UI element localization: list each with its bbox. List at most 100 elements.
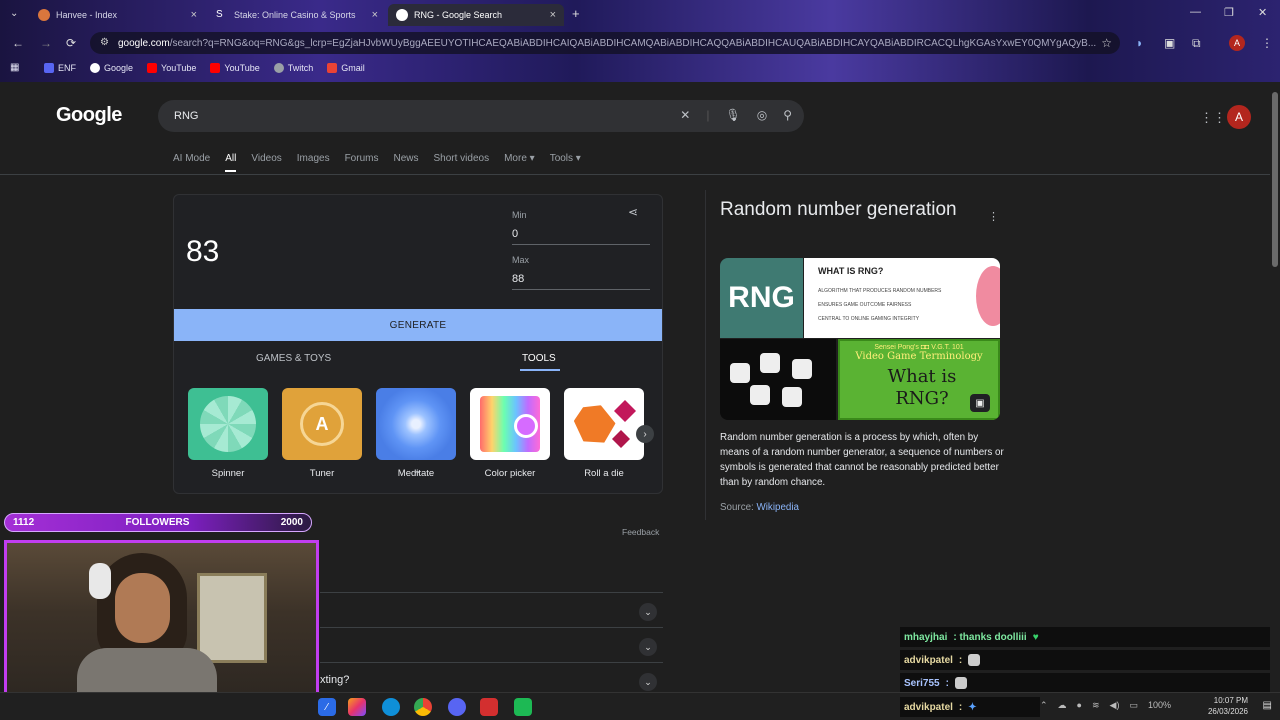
- tray-chevron-icon[interactable]: ⌃: [1040, 700, 1048, 711]
- cloud-icon[interactable]: ☁: [1058, 700, 1067, 711]
- paa-item[interactable]: ⌄: [320, 627, 663, 661]
- wifi-icon[interactable]: ≋: [1092, 700, 1100, 711]
- maximize-icon[interactable]: ❐: [1224, 6, 1234, 19]
- address-bar[interactable]: ⚙ google.com/search?q=RNG&oq=RNG&gs_lcrp…: [90, 32, 1120, 54]
- chat-user: advikpatel: [904, 654, 953, 666]
- chrome-icon[interactable]: [414, 698, 432, 716]
- volume-icon[interactable]: ◀): [1110, 700, 1120, 711]
- filter-ai-mode[interactable]: AI Mode: [173, 153, 210, 172]
- tool-color-picker[interactable]: Color picker: [470, 388, 550, 479]
- enf-icon: [44, 63, 54, 73]
- paa-item[interactable]: xting? ⌄: [320, 662, 663, 696]
- reload-icon[interactable]: ⟳: [66, 36, 76, 50]
- tool-spinner[interactable]: Spinner: [188, 388, 268, 479]
- paa-item[interactable]: ⌄: [320, 592, 663, 626]
- page-scrollbar[interactable]: [1270, 82, 1280, 692]
- account-avatar[interactable]: A: [1227, 105, 1251, 129]
- clock[interactable]: 10:07 PM 26/03/2026: [1208, 695, 1248, 717]
- tool-roll-die[interactable]: Roll a die: [564, 388, 644, 479]
- tab-stake[interactable]: S Stake: Online Casino & Sports ×: [208, 4, 386, 26]
- tab-tools[interactable]: TOOLS: [522, 353, 556, 364]
- bookmark-label: ENF: [58, 63, 76, 73]
- puzzle-icon[interactable]: ⧉: [1192, 36, 1201, 51]
- chevron-down-icon[interactable]: ⌄: [639, 603, 657, 621]
- forward-icon[interactable]: →: [40, 36, 52, 50]
- filter-short-videos[interactable]: Short videos: [434, 153, 490, 172]
- app-red-icon[interactable]: [480, 698, 498, 716]
- kp-image-grid[interactable]: RNG WHAT IS RNG? ALGORITHM THAT PRODUCES…: [720, 258, 1000, 420]
- kp-vgt-question: What is RNG?: [887, 366, 957, 409]
- generate-button[interactable]: GENERATE: [174, 309, 662, 341]
- close-icon[interactable]: ×: [550, 9, 556, 21]
- chevron-down-icon[interactable]: ⌄: [639, 638, 657, 656]
- scrollbar-thumb[interactable]: [1272, 92, 1278, 267]
- rng-result: 83: [186, 235, 220, 268]
- battery-icon[interactable]: ▭: [1129, 700, 1138, 711]
- tab-hanvee[interactable]: Hanvee - Index ×: [30, 4, 205, 26]
- paa-text: xting?: [320, 674, 350, 686]
- tool-meditate[interactable]: Meditate: [376, 388, 456, 479]
- bookmark-enf[interactable]: ENF: [44, 63, 76, 73]
- filter-more[interactable]: More ▾: [504, 153, 535, 172]
- feedback-link[interactable]: Feedback: [622, 527, 659, 537]
- extension-icon[interactable]: ▣: [1164, 36, 1175, 50]
- new-tab-icon[interactable]: +: [572, 6, 580, 21]
- chat-message: Seri755 :: [900, 673, 1270, 693]
- tool-tuner[interactable]: A Tuner: [282, 388, 362, 479]
- clear-icon[interactable]: ✕: [680, 108, 690, 122]
- app-icon[interactable]: ⁄: [318, 698, 336, 716]
- lens-icon[interactable]: ◎: [757, 108, 767, 122]
- google-logo[interactable]: Google: [56, 104, 122, 127]
- tab-games-toys[interactable]: GAMES & TOYS: [256, 353, 331, 364]
- filter-forums[interactable]: Forums: [345, 153, 379, 172]
- bookmark-youtube-1[interactable]: YouTube: [147, 63, 196, 73]
- kp-what-is-card: WHAT IS RNG? ALGORITHM THAT PRODUCES RAN…: [804, 258, 1000, 338]
- min-input[interactable]: 0: [512, 228, 650, 245]
- tool-label: Spinner: [211, 468, 245, 479]
- filter-videos[interactable]: Videos: [251, 153, 281, 172]
- site-info-icon[interactable]: ⚙: [100, 37, 109, 48]
- back-icon[interactable]: ←: [12, 36, 24, 50]
- taskbar: ⁄ advikpatel : ✦ ⌃ ☁ ● ≋ ◀) ▭ 100% 10:07…: [0, 692, 1280, 720]
- kp-menu-icon[interactable]: ⋮: [988, 210, 999, 223]
- close-icon[interactable]: ×: [372, 9, 378, 21]
- mic-tray-icon[interactable]: ●: [1077, 700, 1082, 711]
- bookmark-gmail[interactable]: Gmail: [327, 63, 365, 73]
- apps-grid-icon[interactable]: ▦: [10, 62, 19, 73]
- bookmark-youtube-2[interactable]: YouTube: [210, 63, 260, 73]
- audio-icon[interactable]: ◗: [1136, 36, 1143, 50]
- profile-avatar[interactable]: A: [1229, 35, 1245, 51]
- filter-tools[interactable]: Tools ▾: [550, 153, 581, 172]
- filter-images[interactable]: Images: [297, 153, 330, 172]
- app-green-icon[interactable]: [514, 698, 532, 716]
- edge-icon[interactable]: [382, 698, 400, 716]
- close-icon[interactable]: ×: [191, 9, 197, 21]
- more-images-icon[interactable]: ▣: [970, 394, 990, 412]
- share-icon[interactable]: ⋖: [628, 205, 638, 219]
- carousel-next-icon[interactable]: ›: [636, 425, 654, 443]
- filter-all[interactable]: All: [225, 153, 237, 172]
- collapse-icon[interactable]: ⌃: [413, 470, 421, 481]
- tab-search-icon[interactable]: ⌄: [10, 8, 18, 19]
- mic-icon[interactable]: 🎙: [725, 108, 740, 122]
- kp-source-link[interactable]: Wikipedia: [757, 502, 799, 513]
- chevron-down-icon[interactable]: ⌄: [639, 673, 657, 691]
- bookmark-google[interactable]: Google: [90, 63, 133, 73]
- kp-what-is-heading: WHAT IS RNG?: [818, 266, 884, 276]
- max-input[interactable]: 88: [512, 273, 650, 290]
- max-label: Max: [512, 255, 530, 265]
- bookmark-twitch[interactable]: Twitch: [273, 63, 313, 73]
- bookmark-star-icon[interactable]: ☆: [1101, 36, 1112, 50]
- copilot-icon[interactable]: [348, 698, 366, 716]
- search-icon[interactable]: ⚲: [783, 108, 792, 122]
- discord-icon[interactable]: [448, 698, 466, 716]
- menu-kebab-icon[interactable]: ⋮: [1261, 36, 1273, 50]
- search-input[interactable]: RNG ✕ | 🎙 ◎ ⚲: [158, 100, 804, 132]
- tab-rng[interactable]: RNG - Google Search ×: [388, 4, 564, 26]
- close-window-icon[interactable]: ✕: [1258, 6, 1267, 19]
- filter-news[interactable]: News: [393, 153, 418, 172]
- minimize-icon[interactable]: —: [1190, 6, 1201, 18]
- followers-label: FOLLOWERS: [125, 517, 190, 528]
- notifications-icon[interactable]: ▤: [1263, 700, 1272, 711]
- chat-message: advikpatel :: [900, 650, 1270, 670]
